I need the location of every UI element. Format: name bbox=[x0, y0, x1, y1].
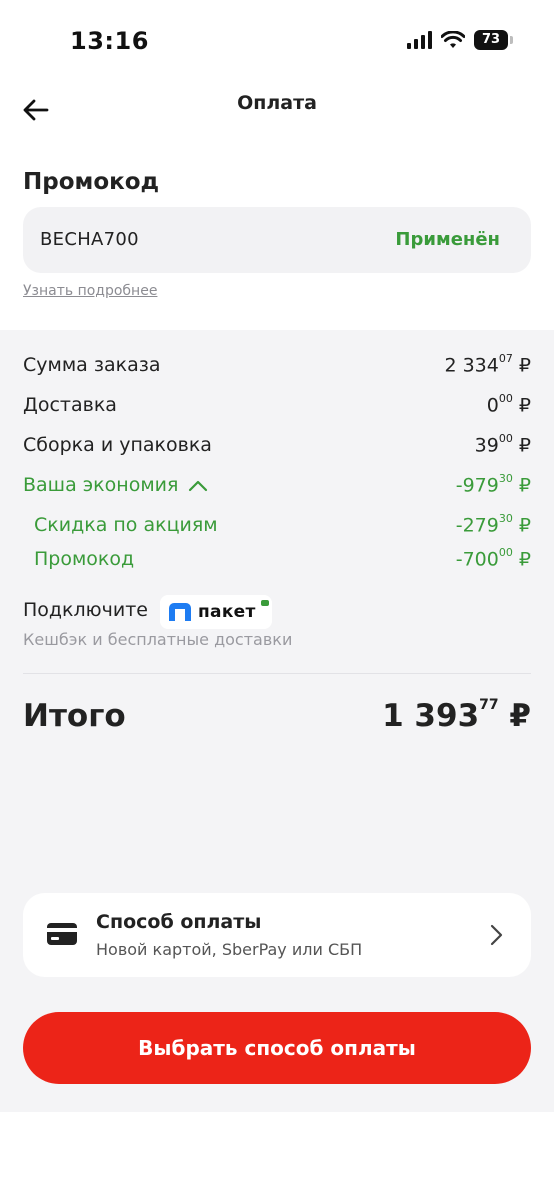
battery-icon: 73 bbox=[474, 30, 513, 50]
summary-row-delivery: Доставка 000 ₽ bbox=[23, 392, 531, 424]
learn-more-link[interactable]: Узнать подробнее bbox=[23, 283, 157, 299]
total-value: 1 39377 ₽ bbox=[382, 696, 531, 734]
summary-row-packing: Сборка и упаковка 3900 ₽ bbox=[23, 432, 531, 464]
promo-code-value: ВЕСНА700 bbox=[40, 229, 139, 250]
savings-label: Ваша экономия bbox=[23, 474, 208, 496]
wifi-icon bbox=[441, 31, 465, 48]
payment-method-subtitle: Новой картой, SberPay или СБП bbox=[96, 940, 363, 959]
order-summary: Сумма заказа 2 33407 ₽ Доставка 000 ₽ Сб… bbox=[0, 330, 554, 1112]
paket-mark-icon bbox=[260, 600, 269, 606]
paket-promo[interactable]: Подключите пакет bbox=[23, 595, 531, 629]
summary-row-value: 2 33407 ₽ bbox=[444, 352, 531, 377]
payment-method-title: Способ оплаты bbox=[96, 911, 262, 933]
promo-status-label: Применён bbox=[395, 229, 500, 250]
paket-logo-icon bbox=[169, 603, 191, 621]
choose-payment-button[interactable]: Выбрать способ оплаты bbox=[23, 1012, 531, 1084]
savings-item-discount: Скидка по акциям -27930 ₽ bbox=[23, 512, 531, 544]
savings-toggle[interactable]: Ваша экономия -97930 ₽ bbox=[23, 472, 531, 504]
savings-item-label: Скидка по акциям bbox=[34, 514, 218, 536]
paket-connect-label: Подключите bbox=[23, 599, 148, 621]
chevron-right-icon bbox=[490, 924, 503, 946]
promo-card: Оплата Промокод ВЕСНА700 Применён Узнать… bbox=[0, 80, 554, 330]
promo-heading: Промокод bbox=[23, 169, 160, 195]
credit-card-icon bbox=[47, 923, 77, 945]
savings-item-label: Промокод bbox=[34, 548, 135, 570]
savings-item-value: -70000 ₽ bbox=[455, 546, 531, 571]
total-label: Итого bbox=[23, 698, 126, 734]
payment-method-selector[interactable]: Способ оплаты Новой картой, SberPay или … bbox=[23, 893, 531, 977]
divider bbox=[23, 673, 531, 674]
status-bar: 13:16 73 bbox=[0, 0, 554, 80]
paket-badge[interactable]: пакет bbox=[160, 595, 272, 629]
summary-row-label: Доставка bbox=[23, 394, 117, 416]
summary-row-label: Сумма заказа bbox=[23, 354, 161, 376]
summary-row-value: 3900 ₽ bbox=[474, 432, 531, 457]
chevron-up-icon bbox=[189, 480, 208, 491]
savings-item-promo: Промокод -70000 ₽ bbox=[23, 546, 531, 578]
summary-row-label: Сборка и упаковка bbox=[23, 434, 212, 456]
paket-subtitle: Кешбэк и бесплатные доставки bbox=[23, 630, 293, 649]
page-title: Оплата bbox=[237, 92, 317, 114]
summary-row-value: 000 ₽ bbox=[486, 392, 531, 417]
summary-row-order-sum: Сумма заказа 2 33407 ₽ bbox=[23, 352, 531, 384]
paket-brand-label: пакет bbox=[198, 602, 256, 622]
promo-code-field[interactable]: ВЕСНА700 Применён bbox=[23, 207, 531, 273]
status-time: 13:16 bbox=[70, 27, 149, 55]
status-icons: 73 bbox=[407, 30, 513, 50]
cellular-signal-icon bbox=[407, 31, 432, 49]
savings-item-value: -27930 ₽ bbox=[455, 512, 531, 537]
savings-value: -97930 ₽ bbox=[455, 472, 531, 497]
